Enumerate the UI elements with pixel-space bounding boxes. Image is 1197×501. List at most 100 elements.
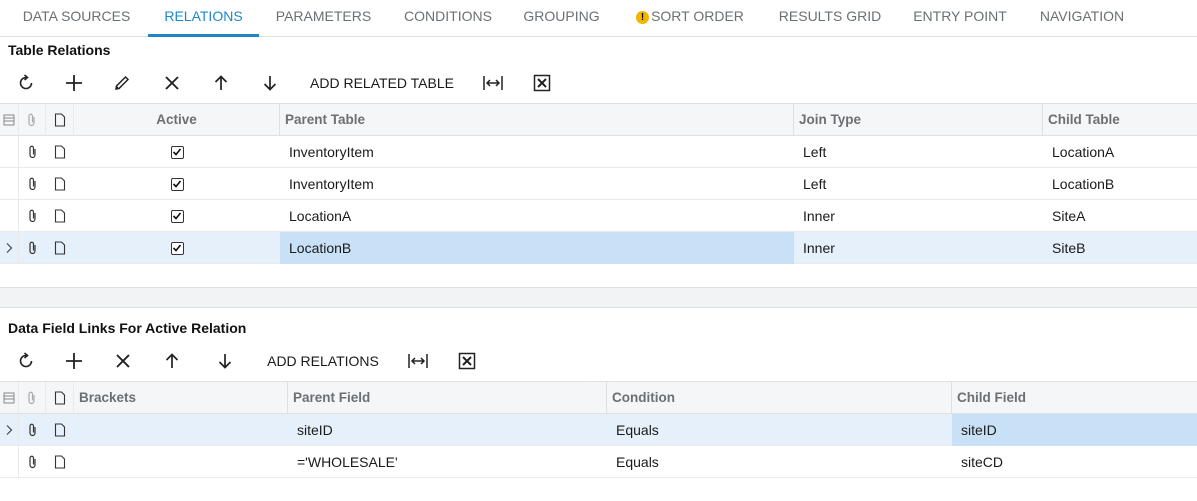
tab-sort-order[interactable]: ! SORT ORDER	[630, 0, 750, 37]
attachment-cell[interactable]	[19, 446, 46, 478]
row-selector[interactable]	[0, 168, 19, 200]
attachment-cell[interactable]	[19, 136, 46, 168]
move-down-button[interactable]	[256, 66, 284, 100]
condition-cell[interactable]: Equals	[607, 414, 952, 446]
parent-field-cell[interactable]: ='WHOLESALE'	[288, 446, 607, 478]
note-cell[interactable]	[46, 446, 74, 478]
table-row-selected[interactable]: LocationB Inner SiteB	[0, 232, 1197, 264]
parent-table-cell[interactable]: LocationA	[280, 200, 794, 232]
tab-conditions[interactable]: CONDITIONS	[396, 0, 500, 37]
active-checkbox[interactable]	[170, 209, 184, 223]
tab-parameters[interactable]: PARAMETERS	[268, 0, 379, 37]
join-type-cell[interactable]: Inner	[794, 232, 1043, 264]
tab-entry-point[interactable]: ENTRY POINT	[906, 0, 1014, 37]
attachment-header	[19, 104, 46, 136]
note-icon	[54, 209, 66, 223]
add-relations-button[interactable]: ADD RELATIONS	[264, 344, 382, 378]
row-selector[interactable]	[0, 446, 19, 478]
note-cell[interactable]	[46, 200, 74, 232]
add-button[interactable]	[60, 66, 88, 100]
refresh-button[interactable]	[12, 344, 40, 378]
attachment-header	[19, 382, 46, 414]
move-up-button[interactable]	[158, 344, 186, 378]
move-down-button[interactable]	[211, 344, 239, 378]
attachment-cell[interactable]	[19, 414, 46, 446]
column-header-child-field[interactable]: Child Field	[952, 382, 1197, 414]
parent-table-cell[interactable]: InventoryItem	[280, 136, 794, 168]
note-cell[interactable]	[46, 414, 74, 446]
fit-columns-button[interactable]	[405, 344, 431, 378]
brackets-cell[interactable]	[74, 414, 288, 446]
note-header	[46, 104, 74, 136]
move-up-button[interactable]	[207, 66, 235, 100]
row-selector[interactable]	[0, 200, 19, 232]
note-icon	[54, 145, 66, 159]
join-type-cell[interactable]: Left	[794, 168, 1043, 200]
column-header-active[interactable]: Active	[74, 104, 280, 136]
condition-cell[interactable]: Equals	[607, 446, 952, 478]
edit-button[interactable]	[108, 66, 136, 100]
column-header-parent-table[interactable]: Parent Table	[280, 104, 794, 136]
add-button[interactable]	[60, 344, 88, 378]
delete-button[interactable]	[109, 344, 137, 378]
tab-label: ENTRY POINT	[913, 8, 1007, 24]
column-header-child-table[interactable]: Child Table	[1043, 104, 1197, 136]
arrow-up-icon	[165, 353, 179, 368]
active-checkbox[interactable]	[170, 177, 184, 191]
row-selector-header[interactable]	[0, 104, 19, 136]
child-field-cell[interactable]: siteCD	[952, 446, 1197, 478]
note-cell[interactable]	[46, 136, 74, 168]
parent-field-cell[interactable]: siteID	[288, 414, 607, 446]
columns-menu-icon	[3, 114, 15, 126]
note-icon	[54, 391, 65, 405]
brackets-cell[interactable]	[74, 446, 288, 478]
child-table-cell[interactable]: SiteA	[1043, 200, 1197, 232]
child-table-cell[interactable]: LocationA	[1043, 136, 1197, 168]
tab-data-sources[interactable]: DATA SOURCES	[10, 0, 143, 37]
arrow-up-icon	[214, 75, 228, 90]
row-selector-header[interactable]	[0, 382, 19, 414]
active-checkbox[interactable]	[170, 241, 184, 255]
refresh-button[interactable]	[12, 66, 40, 100]
x-icon	[165, 76, 179, 90]
column-header-parent-field[interactable]: Parent Field	[288, 382, 607, 414]
table-row[interactable]: InventoryItem Left LocationB	[0, 168, 1197, 200]
tab-grouping[interactable]: GROUPING	[515, 0, 608, 37]
tab-navigation[interactable]: NAVIGATION	[1032, 0, 1132, 37]
note-cell[interactable]	[46, 232, 74, 264]
export-excel-button[interactable]	[529, 66, 555, 100]
tab-results-grid[interactable]: RESULTS GRID	[770, 0, 890, 37]
child-table-cell[interactable]: LocationB	[1043, 168, 1197, 200]
export-excel-button[interactable]	[454, 344, 480, 378]
row-selector[interactable]	[0, 414, 19, 446]
delete-button[interactable]	[158, 66, 186, 100]
add-related-table-button[interactable]: ADD RELATED TABLE	[305, 66, 459, 100]
row-selector[interactable]	[0, 136, 19, 168]
tab-relations[interactable]: RELATIONS	[148, 0, 259, 37]
attachment-cell[interactable]	[19, 200, 46, 232]
join-type-cell[interactable]: Left	[794, 136, 1043, 168]
note-icon	[54, 177, 66, 191]
note-cell[interactable]	[46, 168, 74, 200]
row-selector[interactable]	[0, 232, 19, 264]
excel-export-icon	[533, 74, 551, 92]
tab-label: CONDITIONS	[404, 8, 492, 24]
parent-table-cell[interactable]: LocationB	[280, 232, 794, 264]
table-row[interactable]: InventoryItem Left LocationA	[0, 136, 1197, 168]
table-row-selected[interactable]: siteID Equals siteID	[0, 414, 1197, 446]
parent-table-cell[interactable]: InventoryItem	[280, 168, 794, 200]
fit-columns-button[interactable]	[480, 66, 506, 100]
column-header-condition[interactable]: Condition	[607, 382, 952, 414]
active-checkbox[interactable]	[170, 145, 184, 159]
table-row[interactable]: LocationA Inner SiteA	[0, 200, 1197, 232]
attachment-cell[interactable]	[19, 168, 46, 200]
paperclip-icon	[28, 177, 36, 191]
child-field-cell[interactable]: siteID	[952, 414, 1197, 446]
column-header-join-type[interactable]: Join Type	[794, 104, 1043, 136]
table-row[interactable]: ='WHOLESALE' Equals siteCD	[0, 446, 1197, 478]
column-header-brackets[interactable]: Brackets	[74, 382, 288, 414]
links-toolbar: ADD RELATIONS	[0, 344, 1197, 378]
child-table-cell[interactable]: SiteB	[1043, 232, 1197, 264]
attachment-cell[interactable]	[19, 232, 46, 264]
join-type-cell[interactable]: Inner	[794, 200, 1043, 232]
